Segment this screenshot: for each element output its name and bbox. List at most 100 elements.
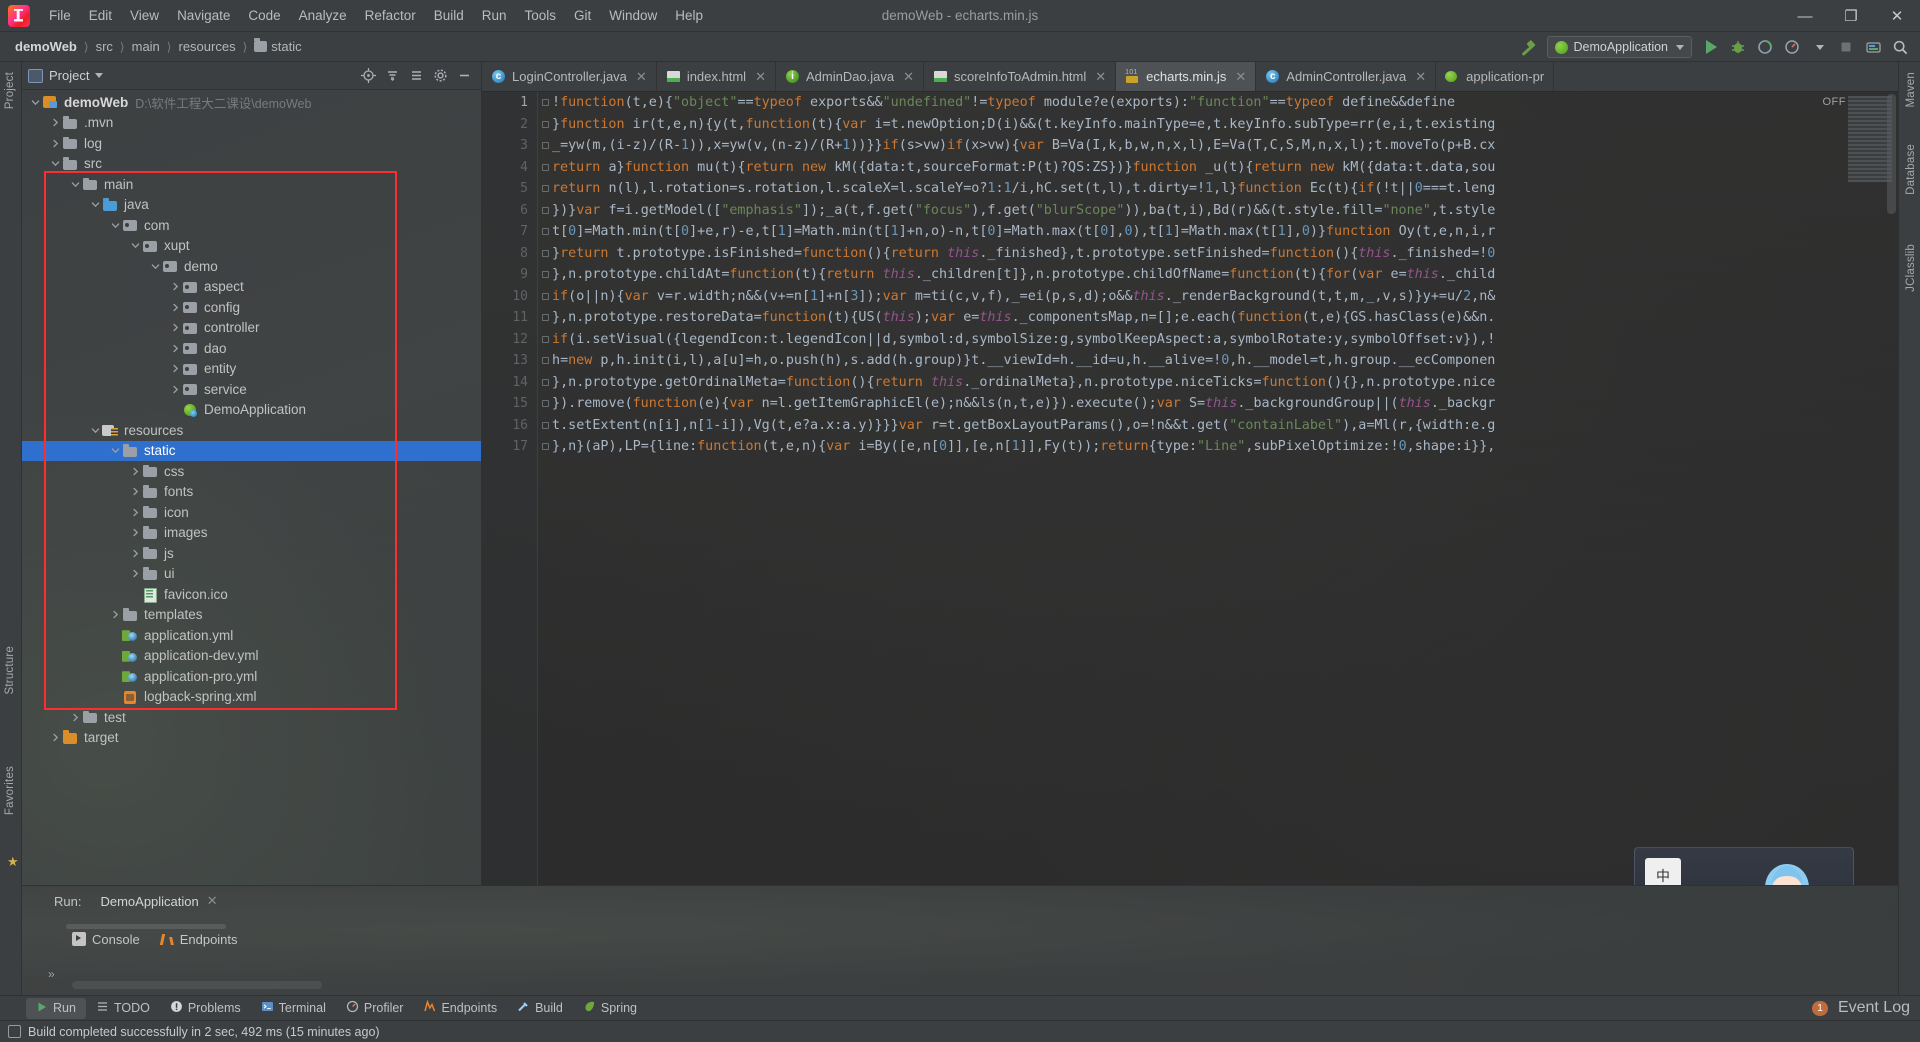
close-icon[interactable]: ✕ <box>755 69 766 85</box>
chevron-right-icon[interactable] <box>128 487 142 496</box>
expand-more-icon[interactable]: » <box>48 967 55 981</box>
breadcrumb-item-src[interactable]: src <box>93 37 116 56</box>
bottom-stripe-endpoints[interactable]: Endpoints <box>413 997 507 1019</box>
chevron-right-icon[interactable] <box>68 713 82 722</box>
tree-item-config[interactable]: config <box>22 297 481 318</box>
editor-vertical-scrollbar[interactable] <box>1887 94 1896 214</box>
run-config-tab[interactable]: DemoApplication ✕ <box>89 891 223 911</box>
tree-item-templates[interactable]: templates <box>22 605 481 626</box>
tree-item-logback-spring-xml[interactable]: logback-spring.xml <box>22 687 481 708</box>
fold-marker-icon[interactable] <box>542 314 549 321</box>
breadcrumb-item-demoweb[interactable]: demoWeb <box>12 37 80 56</box>
chevron-right-icon[interactable] <box>48 118 62 127</box>
tree-item-favicon-ico[interactable]: favicon.ico <box>22 584 481 605</box>
fold-marker-icon[interactable] <box>542 357 549 364</box>
editor-tab-scoreinfotoadmin-html[interactable]: scoreInfoToAdmin.html✕ <box>924 62 1116 91</box>
tree-item-static[interactable]: static <box>22 441 481 462</box>
chevron-right-icon[interactable] <box>168 344 182 353</box>
chevron-right-icon[interactable] <box>168 303 182 312</box>
tree-item-java[interactable]: java <box>22 195 481 216</box>
tool-window-structure[interactable]: Structure <box>2 642 18 698</box>
tree-item-application-dev-yml[interactable]: application-dev.yml <box>22 646 481 667</box>
chevron-right-icon[interactable] <box>128 549 142 558</box>
fold-marker-icon[interactable] <box>542 121 549 128</box>
editor-tab-application-pr[interactable]: application-pr <box>1436 62 1554 91</box>
bottom-stripe-spring[interactable]: Spring <box>573 997 647 1019</box>
tree-item-aspect[interactable]: aspect <box>22 277 481 298</box>
search-icon[interactable] <box>1888 35 1912 59</box>
bottom-stripe-terminal[interactable]: Terminal <box>251 997 336 1019</box>
tree-item-ui[interactable]: ui <box>22 564 481 585</box>
chevron-right-icon[interactable] <box>108 610 122 619</box>
tree-item-service[interactable]: service <box>22 379 481 400</box>
profiler-icon[interactable] <box>1780 35 1804 59</box>
bottom-stripe-run[interactable]: Run <box>26 998 86 1019</box>
run-subtab-console[interactable]: Console <box>72 932 140 947</box>
tree-item-main[interactable]: main <box>22 174 481 195</box>
tool-window-database[interactable]: Database <box>1903 140 1919 199</box>
hide-icon[interactable] <box>453 65 475 87</box>
chevron-right-icon[interactable] <box>48 139 62 148</box>
tree-item-application-pro-yml[interactable]: application-pro.yml <box>22 666 481 687</box>
fold-marker-icon[interactable] <box>542 228 549 235</box>
chevron-down-icon[interactable] <box>88 200 102 209</box>
chevron-down-icon[interactable] <box>28 98 42 107</box>
tree-item-css[interactable]: css <box>22 461 481 482</box>
chevron-down-icon[interactable] <box>48 159 62 168</box>
tree-item-resources[interactable]: resources <box>22 420 481 441</box>
menu-item-view[interactable]: View <box>121 4 168 27</box>
tree-item-demoapplication[interactable]: DemoApplication <box>22 400 481 421</box>
close-icon[interactable]: ✕ <box>903 69 914 85</box>
tree-item-test[interactable]: test <box>22 707 481 728</box>
updates-icon[interactable] <box>1861 35 1885 59</box>
fold-marker-icon[interactable] <box>542 250 549 257</box>
chevron-right-icon[interactable] <box>168 364 182 373</box>
event-log-label[interactable]: Event Log <box>1838 999 1910 1017</box>
chevron-down-icon[interactable] <box>148 262 162 271</box>
menu-item-analyze[interactable]: Analyze <box>290 4 356 27</box>
chevron-down-icon[interactable] <box>108 446 122 455</box>
run-configuration-selector[interactable]: DemoApplication <box>1547 36 1693 58</box>
tree-item-icon[interactable]: icon <box>22 502 481 523</box>
menu-item-git[interactable]: Git <box>565 4 600 27</box>
menu-item-edit[interactable]: Edit <box>80 4 121 27</box>
minimize-button[interactable]: — <box>1782 0 1828 32</box>
fold-marker-icon[interactable] <box>542 271 549 278</box>
tree-item-application-yml[interactable]: application.yml <box>22 625 481 646</box>
fold-marker-icon[interactable] <box>542 443 549 450</box>
tool-window-project[interactable]: Project <box>2 68 18 113</box>
close-icon[interactable]: ✕ <box>1095 69 1106 85</box>
chevron-down-icon[interactable] <box>95 73 103 78</box>
menu-item-run[interactable]: Run <box>473 4 516 27</box>
tool-window-jclasslib[interactable]: JClasslib <box>1903 240 1919 296</box>
tree-item-com[interactable]: com <box>22 215 481 236</box>
menu-item-refactor[interactable]: Refactor <box>356 4 425 27</box>
tree-item-js[interactable]: js <box>22 543 481 564</box>
fold-marker-icon[interactable] <box>542 379 549 386</box>
fold-marker-icon[interactable] <box>542 422 549 429</box>
fold-marker-icon[interactable] <box>542 336 549 343</box>
close-icon[interactable]: ✕ <box>1415 69 1426 85</box>
chevron-right-icon[interactable] <box>128 569 142 578</box>
tree-item-demo[interactable]: demo <box>22 256 481 277</box>
chevron-right-icon[interactable] <box>128 508 142 517</box>
editor-tab-echarts-min-js[interactable]: echarts.min.js✕ <box>1116 62 1256 91</box>
close-icon[interactable]: ✕ <box>636 69 647 85</box>
menu-item-build[interactable]: Build <box>425 4 473 27</box>
bottom-stripe-problems[interactable]: Problems <box>160 997 251 1019</box>
code-editor[interactable]: 1234567891011121314151617 !function(t,e)… <box>482 92 1898 995</box>
chevron-down-icon[interactable] <box>1807 35 1831 59</box>
bottom-stripe-build[interactable]: Build <box>507 997 573 1019</box>
menu-item-navigate[interactable]: Navigate <box>168 4 239 27</box>
debug-icon[interactable] <box>1726 35 1750 59</box>
editor-tab-admindao-java[interactable]: AdminDao.java✕ <box>776 62 924 91</box>
collapse-all-icon[interactable] <box>381 65 403 87</box>
maximize-button[interactable]: ❐ <box>1828 0 1874 32</box>
tool-window-maven[interactable]: Maven <box>1903 68 1919 112</box>
chevron-down-icon[interactable] <box>88 426 102 435</box>
chevron-right-icon[interactable] <box>168 282 182 291</box>
project-tree[interactable]: demoWebD:\软件工程大二课设\demoWeb.mvnlogsrcmain… <box>22 90 481 995</box>
tree-item-controller[interactable]: controller <box>22 318 481 339</box>
code-folding-column[interactable] <box>538 92 552 995</box>
run-panel-horizontal-scrollbar[interactable] <box>72 981 322 989</box>
